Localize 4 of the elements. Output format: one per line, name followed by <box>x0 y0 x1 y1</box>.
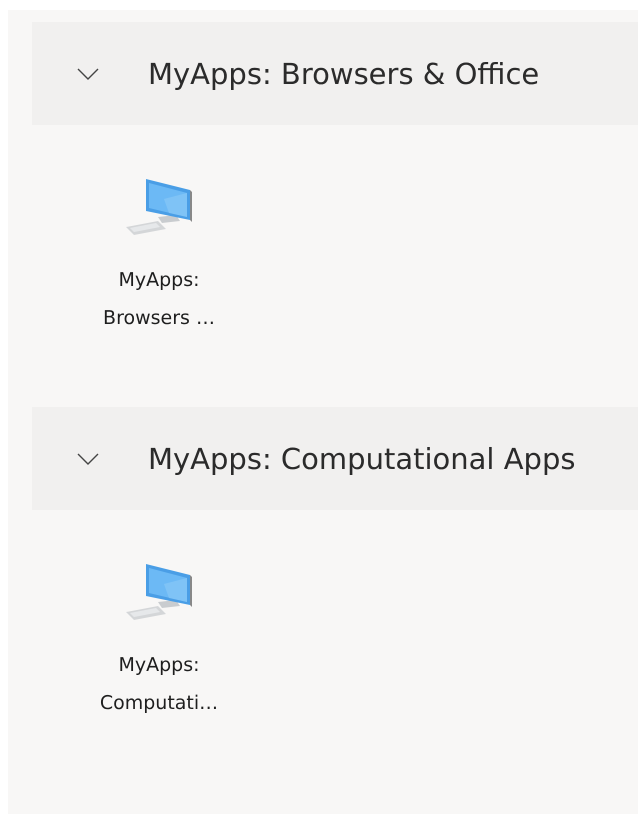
app-label[interactable]: MyApps: Browsers … <box>86 261 232 337</box>
group-title: MyApps: Browsers & Office <box>148 56 540 90</box>
group-title: MyApps: Computational Apps <box>148 442 576 476</box>
app-label[interactable]: MyApps: Computati… <box>86 646 232 722</box>
